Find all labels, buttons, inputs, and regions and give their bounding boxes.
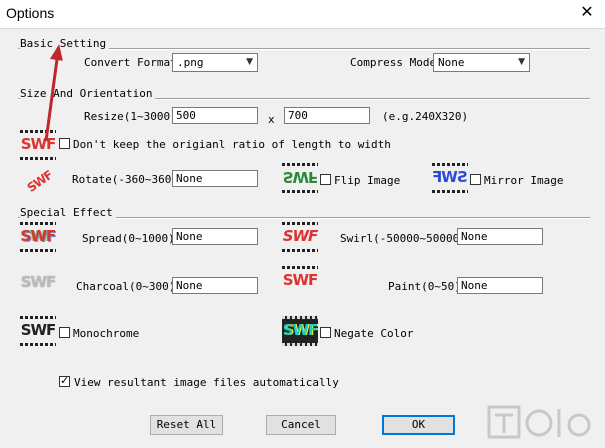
- chevron-down-icon: ▼: [518, 57, 525, 67]
- watermark-logo: [487, 403, 597, 445]
- basic-setting-title: Basic Setting: [20, 37, 110, 50]
- special-effect-title: Special Effect: [20, 206, 116, 219]
- swirl-label: Swirl(-50000~50000): [340, 232, 466, 245]
- spread-label: Spread(0~1000): [82, 232, 175, 245]
- view-auto-label: View resultant image files automatically: [74, 376, 339, 389]
- monochrome-checkbox[interactable]: [59, 327, 70, 338]
- resize-label: Resize(1~3000): [84, 110, 177, 123]
- rotate-label: Rotate(-360~360): [72, 173, 178, 186]
- compress-mode-select[interactable]: None ▼: [433, 53, 530, 72]
- charcoal-label: Charcoal(0~300): [76, 280, 176, 293]
- monochrome-icon-text: SWF: [20, 321, 57, 339]
- flip-icon-text: SWF: [282, 168, 318, 186]
- negate-color-checkbox[interactable]: [320, 327, 331, 338]
- convert-format-value: .png: [177, 56, 204, 69]
- compress-mode-value: None: [438, 56, 465, 69]
- mirror-icon: SWF: [432, 163, 468, 193]
- spread-icon: SWF: [20, 222, 56, 252]
- resize-width-input[interactable]: [172, 107, 258, 124]
- convert-format-label: Convert Format: [84, 56, 177, 69]
- window-title: Options: [6, 5, 55, 21]
- keep-ratio-checkbox[interactable]: [59, 138, 70, 149]
- charcoal-input[interactable]: [172, 277, 258, 294]
- spread-icon-text: SWF: [20, 227, 57, 245]
- cancel-button[interactable]: Cancel: [266, 415, 336, 435]
- rotate-input[interactable]: [172, 170, 258, 187]
- swf-icon: SWF: [20, 130, 56, 160]
- paint-label: Paint(0~50): [388, 280, 461, 293]
- flip-image-label: Flip Image: [334, 174, 401, 187]
- spread-input[interactable]: [172, 228, 258, 245]
- resize-height-input[interactable]: [284, 107, 370, 124]
- paint-icon-text: SWF: [282, 271, 319, 289]
- mirror-icon-text: SWF: [432, 168, 468, 186]
- swirl-input[interactable]: [457, 228, 543, 245]
- monochrome-icon: SWF: [20, 316, 56, 346]
- rotate-icon: SWF: [15, 156, 62, 201]
- paint-input[interactable]: [457, 277, 543, 294]
- charcoal-icon-text: SWF: [20, 273, 57, 291]
- negate-icon-text: SWF: [282, 321, 319, 339]
- swf-icon-text: SWF: [20, 135, 57, 153]
- ok-button[interactable]: OK: [382, 415, 455, 435]
- reset-all-button[interactable]: Reset All: [150, 415, 223, 435]
- negate-color-label: Negate Color: [334, 327, 414, 340]
- swirl-icon: SWF: [282, 222, 318, 252]
- paint-icon: SWF: [282, 266, 318, 296]
- size-orientation-title: Size And Orientation: [20, 87, 156, 100]
- chevron-down-icon: ▼: [246, 57, 253, 67]
- flip-icon: SWF: [282, 163, 318, 193]
- charcoal-icon: SWF: [20, 268, 57, 298]
- rotate-icon-text: SWF: [24, 167, 55, 195]
- resize-x-label: x: [268, 113, 275, 126]
- resize-hint: (e.g.240X320): [382, 110, 469, 123]
- view-auto-checkbox[interactable]: [59, 374, 70, 387]
- swirl-icon-text: SWF: [282, 227, 319, 245]
- title-bar: Options ✕: [0, 0, 605, 29]
- compress-mode-label: Compress Mode: [350, 56, 437, 69]
- flip-image-checkbox[interactable]: [320, 174, 331, 185]
- keep-ratio-label: Don't keep the origianl ratio of length …: [73, 138, 391, 151]
- monochrome-label: Monochrome: [73, 327, 140, 340]
- convert-format-select[interactable]: .png ▼: [172, 53, 258, 72]
- mirror-image-checkbox[interactable]: [470, 174, 481, 185]
- mirror-image-label: Mirror Image: [484, 174, 564, 187]
- negate-icon: SWF: [282, 316, 318, 346]
- close-icon[interactable]: ✕: [575, 2, 599, 24]
